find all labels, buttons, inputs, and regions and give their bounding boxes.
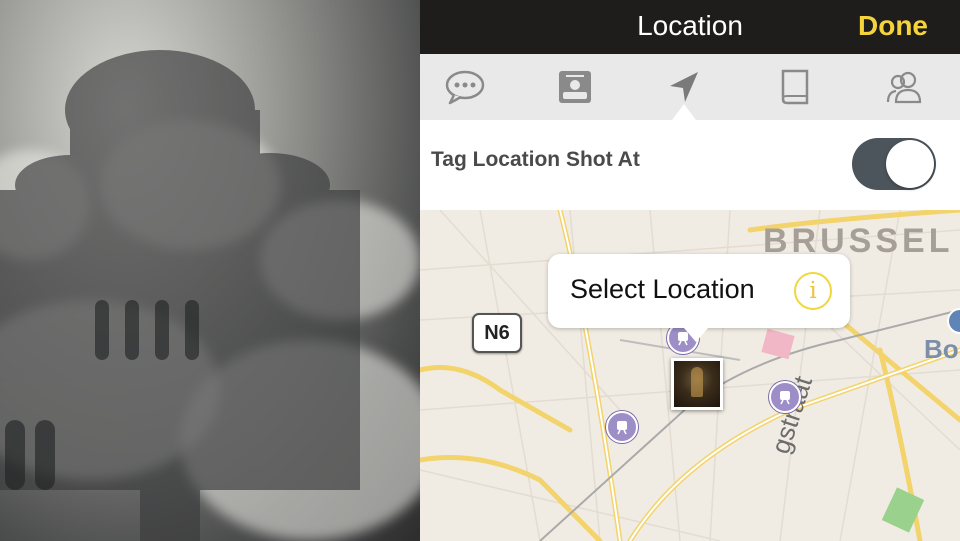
- select-location-callout[interactable]: Select Location i: [548, 254, 850, 328]
- tag-location-label: Tag Location Shot At: [431, 148, 640, 171]
- photo-frame-icon: [559, 71, 591, 103]
- book-icon: [781, 69, 809, 105]
- road-shield: N6: [472, 313, 522, 353]
- info-icon[interactable]: i: [794, 272, 832, 310]
- photo-location-pin[interactable]: [671, 358, 723, 410]
- people-icon: [886, 71, 922, 104]
- location-panel: Location Done Tag Location Shot At BRUSS…: [420, 0, 960, 541]
- location-arrow-icon: [670, 72, 698, 102]
- toggle-knob: [886, 140, 934, 188]
- tab-notes[interactable]: [770, 64, 820, 110]
- callout-tail: [684, 328, 708, 342]
- selected-tab-pointer: [672, 104, 696, 120]
- tab-comments[interactable]: [440, 64, 490, 110]
- tab-portrait[interactable]: [550, 64, 600, 110]
- speech-bubble-icon: [445, 70, 485, 105]
- cathedral-image: [0, 50, 360, 541]
- tag-location-toggle[interactable]: [852, 138, 936, 190]
- callout-text: Select Location: [570, 274, 755, 304]
- tab-people[interactable]: [880, 64, 930, 110]
- map-view[interactable]: BRUSSEL Bo gstraat N6 Select Location i: [420, 210, 960, 541]
- photo-thumbnail: [674, 361, 720, 407]
- tag-location-row: Tag Location Shot At: [420, 120, 960, 210]
- navigation-bar: Location Done: [420, 0, 960, 54]
- photo-preview: [0, 0, 420, 541]
- transit-station-icon[interactable]: [769, 381, 801, 413]
- city-label-2: Bo: [924, 334, 959, 364]
- transit-station-icon[interactable]: [606, 411, 638, 443]
- done-button[interactable]: Done: [858, 10, 928, 42]
